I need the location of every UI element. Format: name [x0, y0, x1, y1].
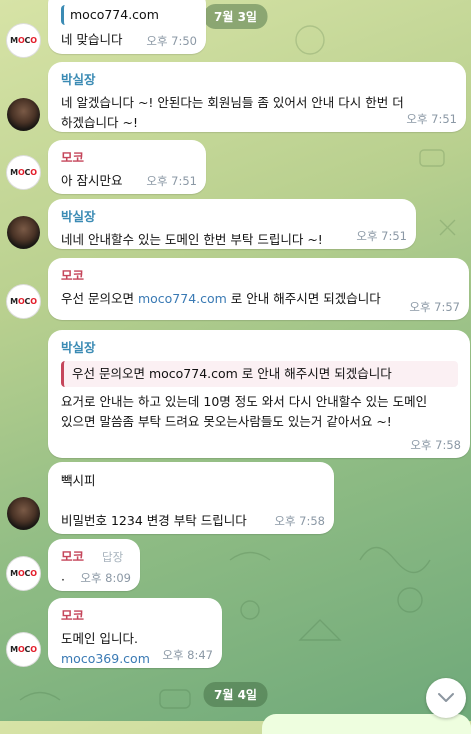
- message-text: 네 알겠습니다 ~! 안된다는 회원님들 좀 있어서 안내 다시 한번 더 하겠…: [61, 95, 404, 130]
- message-time: 오후 7:51: [406, 112, 457, 126]
- avatar[interactable]: [7, 98, 40, 131]
- message-text: 우선 문의오면 moco774.com 로 안내 해주시면 되겠습니다: [61, 291, 381, 306]
- chevron-down-icon: [438, 693, 454, 702]
- message-text: 네네 안내할수 있는 도메인 한번 부탁 드립니다 ~!: [61, 232, 323, 247]
- message-bubble[interactable]: 모코 도메인 입니다. moco369.com 오후 8:47: [48, 598, 222, 668]
- message-time: 오후 7:51: [356, 229, 407, 243]
- avatar[interactable]: [7, 497, 40, 530]
- quoted-link[interactable]: moco774.com: [61, 5, 194, 25]
- message-time: 오후 7:50: [146, 34, 197, 48]
- message-time: 오후 8:47: [162, 648, 213, 662]
- sender-name[interactable]: 박실장: [61, 69, 454, 88]
- avatar[interactable]: MOCO: [7, 633, 40, 666]
- message-bubble[interactable]: moco774.com 네 맞습니다 오후 7:50: [48, 0, 206, 54]
- message-text-line: 빽시피: [61, 473, 96, 488]
- message-time: 오후 7:57: [409, 300, 460, 314]
- message-bubble[interactable]: 박실장 우선 문의오면 moco774.com 로 안내 해주시면 되겠습니다 …: [48, 330, 470, 458]
- sender-name[interactable]: 모코: [61, 147, 194, 166]
- message-bubble[interactable]: 모코 답장 · 오후 8:09: [48, 539, 140, 591]
- message-time: 오후 7:58: [274, 514, 325, 528]
- message-time: 오후 8:09: [80, 571, 131, 585]
- sender-name[interactable]: 박실장: [61, 206, 404, 225]
- message-bubble[interactable]: 빽시피 비밀번호 1234 변경 부탁 드립니다 오후 7:58: [48, 462, 334, 534]
- message-bubble[interactable]: 박실장 네네 안내할수 있는 도메인 한번 부탁 드립니다 ~! 오후 7:51: [48, 199, 416, 249]
- message-bubble[interactable]: 모코 우선 문의오면 moco774.com 로 안내 해주시면 되겠습니다 오…: [48, 258, 469, 320]
- message-bubble[interactable]: 모코 아 잠시만요 오후 7:51: [48, 140, 206, 194]
- avatar[interactable]: MOCO: [7, 156, 40, 189]
- avatar[interactable]: MOCO: [7, 24, 40, 57]
- sender-name[interactable]: 박실장: [61, 337, 458, 356]
- date-separator-top: 7월 3일: [203, 4, 268, 29]
- message-time: 오후 7:58: [410, 438, 461, 452]
- message-text: 도메인 입니다.: [61, 631, 138, 646]
- quoted-message[interactable]: 우선 문의오면 moco774.com 로 안내 해주시면 되겠습니다: [61, 361, 458, 387]
- sender-name[interactable]: 모코 답장: [61, 546, 128, 565]
- date-separator-bottom: 7월 4일: [203, 682, 268, 707]
- avatar[interactable]: MOCO: [7, 285, 40, 318]
- sender-name[interactable]: 모코: [61, 265, 457, 284]
- sender-name[interactable]: 모코: [61, 605, 210, 624]
- avatar[interactable]: MOCO: [7, 557, 40, 590]
- scroll-down-button[interactable]: [426, 678, 466, 718]
- message-text: 요거로 안내는 하고 있는데 10명 정도 와서 다시 안내할수 있는 도메인 …: [61, 394, 428, 429]
- avatar[interactable]: [7, 216, 40, 249]
- message-bubble[interactable]: 박실장 네 알겠습니다 ~! 안된다는 회원님들 좀 있어서 안내 다시 한번 …: [48, 62, 466, 132]
- message-link[interactable]: moco774.com: [138, 291, 227, 306]
- message-time: 오후 7:51: [146, 174, 197, 188]
- reply-label: 답장: [102, 550, 124, 564]
